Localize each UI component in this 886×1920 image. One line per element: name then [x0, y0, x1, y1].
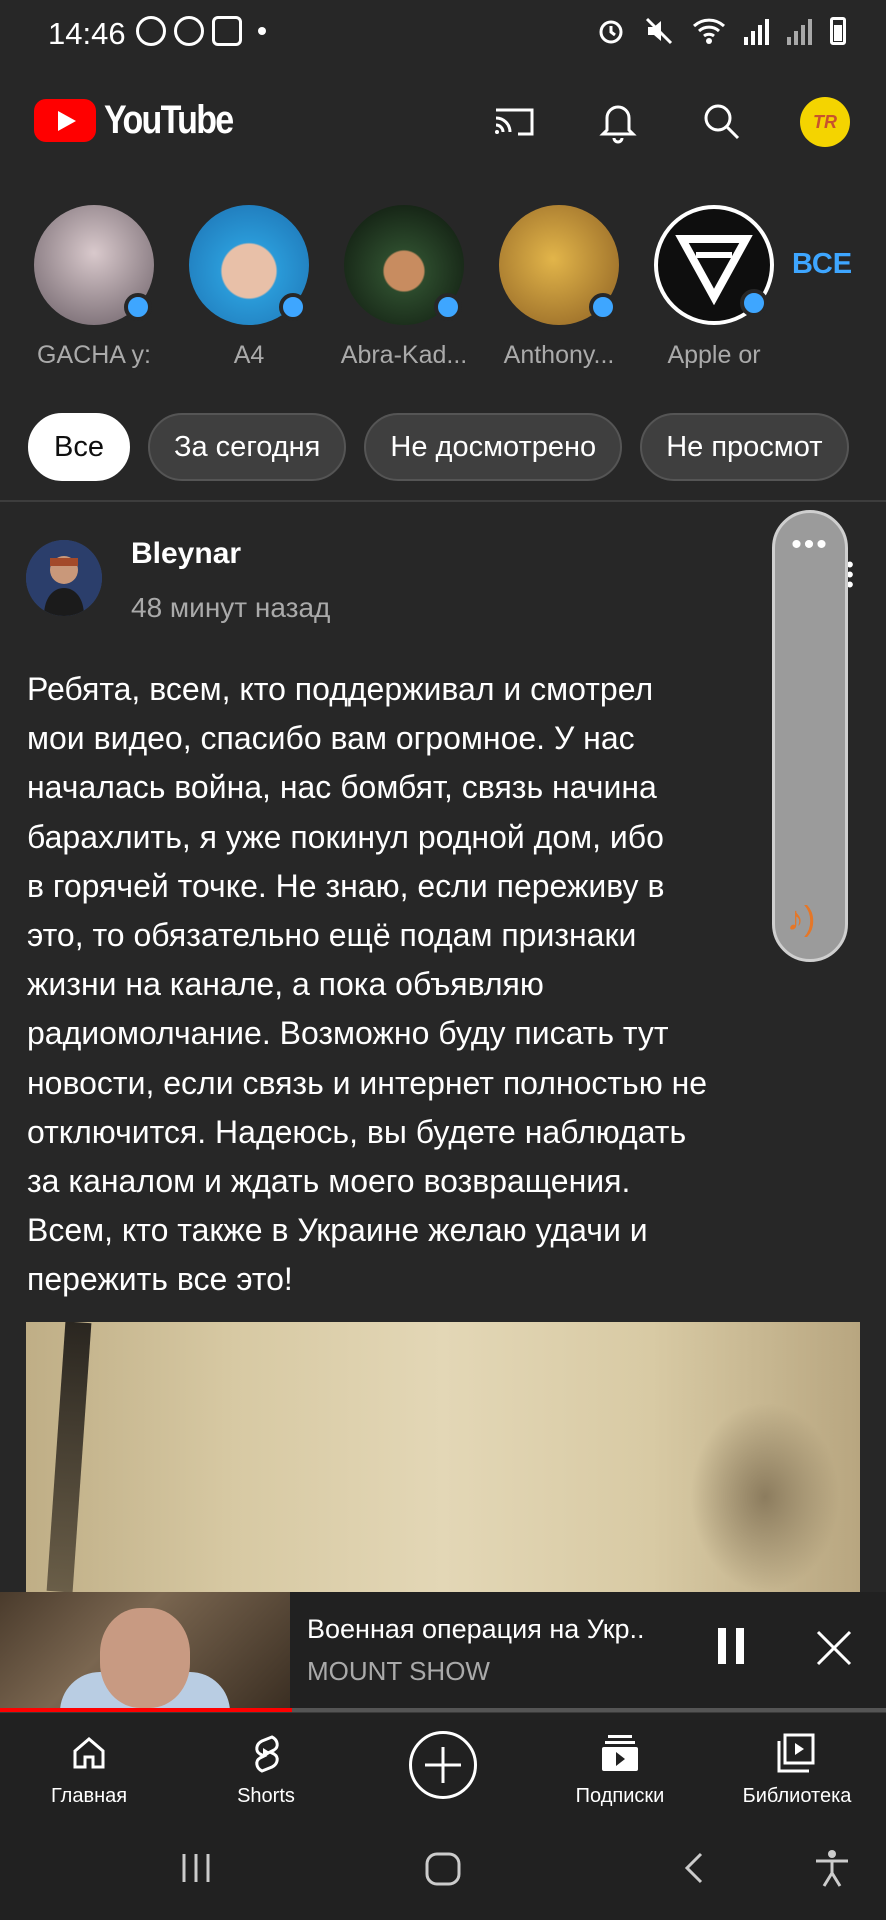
account-avatar[interactable]: TR [800, 97, 850, 147]
post-text-line: пережить все это! [27, 1261, 293, 1298]
music-sound-icon[interactable]: ♪) [787, 900, 815, 939]
nav-subscriptions[interactable]: Подписки [535, 1729, 705, 1808]
post-text-line: Всем, кто также в Украине желаю удачи и [27, 1212, 648, 1249]
channel-avatar [499, 205, 619, 325]
post-text-line: это, то обязательно ещё подам признаки [27, 917, 637, 954]
subscriptions-icon [602, 1735, 638, 1771]
wifi-icon [692, 18, 726, 44]
nav-home-label: Главная [50, 1785, 128, 1807]
post-text-line: жизни на канале, а пока объявляю [27, 966, 544, 1003]
channel-avatar [344, 205, 464, 325]
post-text-line: за каналом и ждать моего возвращения. [27, 1163, 631, 1200]
floating-edge-panel[interactable]: ••• ♪) [772, 510, 848, 962]
create-button[interactable] [409, 1731, 477, 1799]
system-navigation-bar [0, 1818, 886, 1920]
system-status-icons [596, 16, 846, 46]
post-text-line: в горячей точке. Не знаю, если переживу … [27, 867, 665, 904]
more-notifications-dot [258, 27, 266, 35]
chip-unwatched[interactable]: Не просмот [640, 413, 849, 481]
new-content-dot [434, 293, 462, 321]
channel-name: GACHA у: [37, 341, 151, 369]
all-channels-link[interactable]: ВСЕ [792, 248, 852, 281]
post-text-line: барахлить, я уже покинул родной дом, ибо [27, 818, 664, 855]
filter-chips: Все За сегодня Не досмотрено Не просмот [28, 413, 849, 481]
post-text-line: Ребята, всем, кто поддерживал и смотрел [27, 671, 654, 707]
signal-icon [787, 17, 812, 45]
app-name: YouTube [104, 98, 234, 142]
youtube-logo[interactable]: YouTube [34, 98, 255, 143]
alarm-icon [599, 20, 623, 44]
youtube-play-icon [34, 99, 96, 142]
chip-all[interactable]: Все [28, 413, 130, 481]
home-icon [73, 1737, 105, 1769]
close-icon[interactable] [812, 1626, 856, 1670]
channel-name: Abra-Kad... [340, 341, 468, 369]
apple-channel-logo-icon [675, 235, 753, 305]
library-icon [777, 1733, 815, 1773]
post-text-line: отключится. Надеюсь, вы будете наблюдать [27, 1113, 687, 1150]
back-icon[interactable] [675, 1848, 715, 1888]
new-content-dot [279, 293, 307, 321]
home-button-icon[interactable] [423, 1848, 463, 1888]
channel-item[interactable]: A4 [189, 205, 309, 370]
new-content-dot [589, 293, 617, 321]
post-author-name[interactable]: Bleynar [131, 537, 241, 571]
notification-icons [136, 16, 266, 46]
post-timestamp: 48 минут назад [131, 592, 331, 623]
post-text-line: началась война, нас бомбят, связь начина [27, 769, 657, 806]
post-image[interactable] [26, 1322, 860, 1592]
channel-name: A4 [233, 341, 265, 369]
channel-item[interactable]: Apple or [654, 205, 774, 370]
status-time: 14:46 [48, 16, 126, 51]
nav-library-label: Библиотека [742, 1785, 852, 1807]
accessibility-icon[interactable] [812, 1848, 852, 1888]
nav-shorts[interactable]: Shorts [181, 1729, 351, 1808]
new-content-dot [740, 289, 768, 317]
nav-library[interactable]: Библиотека [712, 1729, 882, 1808]
bell-icon[interactable] [593, 96, 643, 146]
mute-icon [645, 17, 673, 45]
post-text-line: радиомолчание. Возможно буду писать тут [27, 1015, 669, 1052]
nav-shorts-label: Shorts [237, 1785, 295, 1807]
battery-icon [830, 17, 846, 45]
channel-avatar [34, 205, 154, 325]
mini-player-channel: MOUNT SHOW [307, 1656, 490, 1686]
channel-name: Anthony... [503, 341, 615, 369]
channel-item[interactable]: GACHA у: [34, 205, 154, 370]
channel-name: Apple or [667, 341, 761, 369]
channel-avatar [654, 205, 774, 325]
nav-home[interactable]: Главная [4, 1729, 174, 1808]
mini-player-title[interactable]: Военная операция на Укр.. [307, 1614, 687, 1645]
avatar [26, 540, 102, 616]
post-author-avatar[interactable] [26, 540, 102, 616]
channel-item[interactable]: Abra-Kad... [341, 205, 467, 370]
bottom-navigation: Главная Shorts Подписки Библиотека [0, 1712, 886, 1819]
chip-not-finished[interactable]: Не досмотрено [364, 413, 623, 481]
chip-today[interactable]: За сегодня [147, 413, 347, 481]
mini-player[interactable]: Военная операция на Укр.. MOUNT SHOW [0, 1592, 886, 1710]
channel-avatar [189, 205, 309, 325]
viber-icon [174, 16, 204, 46]
post-text: Ребята, всем, кто поддерживал и смотрел … [27, 665, 857, 1305]
signal-icon [744, 17, 769, 45]
post-text-line: новости, если связь и интернет полностью… [27, 1064, 708, 1101]
new-content-dot [124, 293, 152, 321]
search-icon[interactable] [696, 96, 746, 146]
mini-player-thumbnail[interactable] [0, 1592, 290, 1710]
panel-menu-icon[interactable]: ••• [775, 530, 845, 560]
channel-item[interactable]: Anthony... [499, 205, 619, 370]
divider [0, 500, 886, 502]
recent-apps-icon[interactable] [176, 1848, 216, 1888]
cast-icon[interactable] [490, 96, 540, 146]
pause-icon[interactable] [718, 1628, 748, 1668]
shorts-icon [255, 1735, 279, 1773]
nav-subscriptions-label: Подписки [575, 1785, 665, 1807]
viber-icon [136, 16, 166, 46]
post-text-line: мои видео, спасибо вам огромное. У нас [27, 720, 635, 757]
youtube-notification-icon [212, 16, 242, 46]
